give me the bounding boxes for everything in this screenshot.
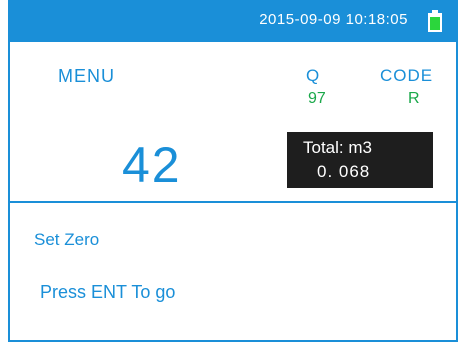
press-ent-prompt: Press ENT To go (40, 282, 176, 302)
q-label: Q (306, 66, 320, 85)
battery-icon (428, 10, 442, 32)
datetime-display: 2015-09-09 10:18:05 (259, 11, 408, 28)
set-zero-option[interactable]: Set Zero (34, 230, 99, 250)
code-label: CODE (380, 66, 434, 85)
code-value: R (408, 90, 420, 107)
section-divider (10, 201, 456, 203)
total-value: 0. 068 (317, 162, 371, 181)
battery-fill (430, 17, 440, 30)
menu-label[interactable]: MENU (58, 66, 115, 87)
q-value: 97 (308, 90, 326, 107)
menu-number-display: 42 (122, 137, 182, 193)
status-bar: 2015-09-09 10:18:05 (10, 0, 456, 42)
device-screen: 2015-09-09 10:18:05 MENU Q 97 CODE R 42 … (8, 0, 458, 342)
total-volume-box: Total: m3 0. 068 (287, 132, 433, 188)
total-label: Total: m3 (303, 138, 372, 157)
